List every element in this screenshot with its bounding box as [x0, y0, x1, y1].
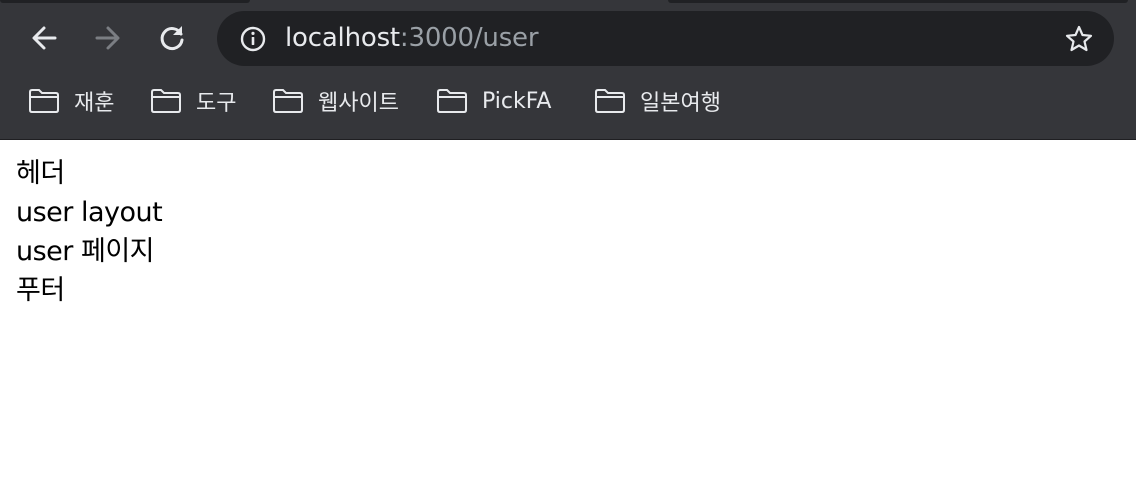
- folder-icon: [437, 89, 467, 113]
- page-text: user 페이지: [16, 236, 155, 267]
- header-text: 헤더: [16, 158, 65, 189]
- bookmark-folder-websites[interactable]: 웹사이트: [272, 78, 399, 124]
- reload-icon: [160, 26, 184, 50]
- info-circle-icon[interactable]: [239, 25, 267, 53]
- arrow-right-icon: [95, 26, 120, 50]
- folder-icon: [29, 89, 59, 113]
- bookmark-folder-tools[interactable]: 도구: [150, 78, 236, 124]
- bookmarks-bar: 재훈 도구 웹사이트 PickFA 일본여행: [0, 78, 1136, 124]
- folder-icon: [151, 89, 181, 113]
- star-outline-icon[interactable]: [1064, 24, 1094, 54]
- bookmark-folder-jaehun[interactable]: 재훈: [28, 78, 114, 124]
- page-content: 헤더 user layout user 페이지 푸터: [0, 140, 1136, 480]
- bookmark-label: PickFA: [482, 88, 552, 114]
- footer-text: 푸터: [16, 275, 65, 306]
- browser-chrome: localhost:3000/user 재훈 도구 웹사이트 PickFA 일본…: [0, 0, 1136, 140]
- bookmark-folder-pickfa[interactable]: PickFA: [436, 78, 551, 124]
- folder-icon: [595, 89, 625, 113]
- url-host: localhost: [285, 23, 400, 53]
- bookmark-label: 일본여행: [640, 91, 721, 116]
- folder-icon: [273, 89, 303, 113]
- browser-toolbar: localhost:3000/user: [0, 0, 1136, 78]
- bookmark-label: 도구: [196, 91, 237, 116]
- back-button[interactable]: [24, 18, 64, 58]
- url-text[interactable]: localhost:3000/user: [285, 11, 539, 66]
- arrow-left-icon: [32, 26, 57, 50]
- bookmark-folder-japan-trip[interactable]: 일본여행: [594, 78, 721, 124]
- reload-button[interactable]: [152, 18, 192, 58]
- bookmark-label: 웹사이트: [318, 91, 399, 116]
- address-bar[interactable]: localhost:3000/user: [217, 11, 1114, 66]
- layout-text: user layout: [16, 197, 163, 228]
- bookmark-label: 재훈: [74, 91, 115, 116]
- url-path: :3000/user: [399, 23, 539, 53]
- forward-button[interactable]: [88, 18, 128, 58]
